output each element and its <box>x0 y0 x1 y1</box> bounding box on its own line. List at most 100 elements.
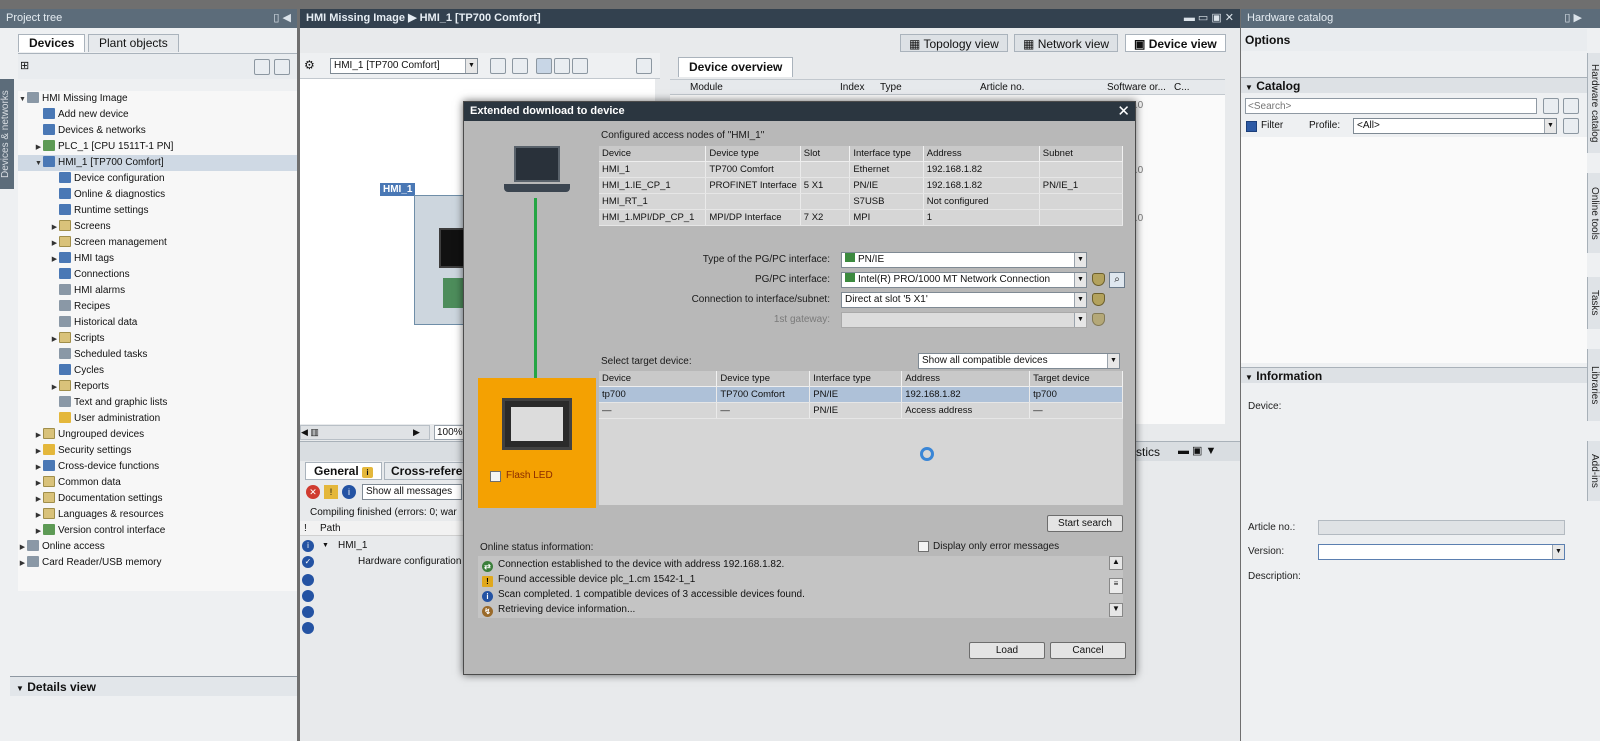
grid-column-header[interactable]: Device type <box>705 146 801 162</box>
tree-item[interactable]: ▶ Version control interface <box>18 523 297 539</box>
tree-item[interactable]: Connections <box>18 267 297 283</box>
access-node-row[interactable]: HMI_1 TP700 Comfort Ethernet 192.168.1.82 <box>599 161 1124 178</box>
scroll-right-icon[interactable]: ▶ <box>413 426 420 439</box>
toolbar-btn-1[interactable] <box>490 58 506 74</box>
tree-item[interactable]: ▶ PLC_1 [CPU 1511T-1 PN] <box>18 139 297 155</box>
tree-item[interactable]: Scheduled tasks <box>18 347 297 363</box>
filter-checkbox[interactable] <box>1246 121 1257 132</box>
tree-item[interactable]: ▶ Common data <box>18 475 297 491</box>
grid-column-header[interactable]: Address <box>901 371 1031 387</box>
pgpc-type-select[interactable]: PN/IE ▼ <box>841 252 1087 268</box>
access-node-row[interactable]: HMI_1.MPI/DP_CP_1 MPI/DP Interface 7 X2 MPI… <box>599 209 1124 226</box>
tree-item[interactable]: HMI alarms <box>18 283 297 299</box>
flash-led-checkbox[interactable] <box>490 471 501 482</box>
list-view-icon[interactable] <box>254 59 270 75</box>
messages-filter-select[interactable]: Show all messages <box>362 484 462 500</box>
side-label-devices-networks[interactable]: Devices & networks <box>0 79 14 189</box>
expand-icon[interactable]: ▶ <box>34 476 43 492</box>
tree-item[interactable]: Online & diagnostics <box>18 187 297 203</box>
tree-item[interactable]: ▶ Online access <box>18 539 297 555</box>
grid-column-header[interactable]: Slot <box>800 146 851 162</box>
tree-item[interactable]: Runtime settings <box>18 203 297 219</box>
toolbar-btn-6[interactable] <box>636 58 652 74</box>
target-device-row[interactable]: tp700 TP700 Comfort PN/IE 192.168.1.82 tp700 <box>599 386 1123 403</box>
error-filter-icon[interactable]: ✕ <box>306 485 320 499</box>
scroll-thumb[interactable]: ≡ <box>1109 578 1123 594</box>
properties-icon[interactable] <box>1092 273 1105 286</box>
device-select[interactable]: HMI_1 [TP700 Comfort] ▼ <box>330 58 478 74</box>
tree-item[interactable]: Text and graphic lists <box>18 395 297 411</box>
hmi-device-label[interactable]: HMI_1 <box>380 183 416 196</box>
start-search-button[interactable]: Start search <box>1047 515 1123 532</box>
connection-subnet-select[interactable]: Direct at slot '5 X1' ▼ <box>841 292 1087 308</box>
tree-item[interactable]: ▶ Reports <box>18 379 297 395</box>
target-filter-select[interactable]: Show all compatible devices ▼ <box>918 353 1120 369</box>
tree-item[interactable]: ▶ Languages & resources <box>18 507 297 523</box>
tree-item[interactable]: ▶ Security settings <box>18 443 297 459</box>
search-down-icon[interactable] <box>1543 98 1559 114</box>
tree-item[interactable]: ▶ HMI tags <box>18 251 297 267</box>
warning-filter-icon[interactable]: ! <box>324 485 338 499</box>
scroll-left-icon[interactable]: ◀ ▥ <box>301 427 319 437</box>
info-version-select[interactable]: ▼ <box>1318 544 1565 560</box>
toolbar-btn-2[interactable] <box>512 58 528 74</box>
expand-icon[interactable]: ▶ <box>50 220 59 236</box>
collapse-icon[interactable]: ▼ <box>18 92 27 108</box>
side-tab-hardware-catalog[interactable]: Hardware catalog <box>1587 53 1600 153</box>
profile-select[interactable]: <All> ▼ <box>1353 118 1557 134</box>
target-device-row[interactable]: — — PN/IE Access address — <box>599 402 1123 419</box>
expand-icon[interactable]: ▶ <box>50 236 59 252</box>
tab-diagnostics-partial[interactable]: stics <box>1136 445 1160 459</box>
msg-row-hmi[interactable]: i ▼ HMI_1 <box>300 538 463 554</box>
msg-expand-icon[interactable]: ▼ <box>322 538 329 554</box>
catalog-option-icon[interactable] <box>1563 118 1579 134</box>
pgpc-interface-select[interactable]: Intel(R) PRO/1000 MT Network Connection … <box>841 272 1087 288</box>
toolbar-btn-4[interactable] <box>554 58 570 74</box>
tab-general[interactable]: General i <box>305 462 383 480</box>
tab-topology-view[interactable]: ▦ Topology view <box>900 34 1008 52</box>
grid-column-header[interactable]: Device <box>599 371 718 387</box>
grid-icon[interactable]: ⊞ <box>20 59 29 72</box>
overview-col-module[interactable]: Module <box>690 80 723 95</box>
tree-item[interactable]: ▶ Scripts <box>18 331 297 347</box>
msg-row-hw[interactable]: ✓ Hardware configuration <box>300 554 463 570</box>
tree-item[interactable]: ▼ HMI_1 [TP700 Comfort] <box>18 155 297 171</box>
toolbar-btn-5[interactable] <box>572 58 588 74</box>
properties-icon[interactable] <box>1092 293 1105 306</box>
toolbar-btn-3[interactable] <box>536 58 552 74</box>
expand-icon[interactable]: ▶ <box>34 460 43 476</box>
side-tab-tasks[interactable]: Tasks <box>1587 277 1600 329</box>
tree-item[interactable]: Device configuration <box>18 171 297 187</box>
tree-item[interactable]: Historical data <box>18 315 297 331</box>
collapse-pane-icon[interactable]: ▯ ◀ <box>273 9 291 28</box>
options-header[interactable]: Options <box>1241 29 1587 51</box>
collapse-icon[interactable]: ▼ <box>34 156 43 172</box>
overview-col-c[interactable]: C... <box>1174 80 1190 95</box>
expand-icon[interactable]: ▶ <box>34 492 43 508</box>
grid-column-header[interactable]: Device <box>599 146 707 162</box>
overview-col-type[interactable]: Type <box>880 80 902 95</box>
grid-column-header[interactable]: Interface type <box>809 371 903 387</box>
expand-icon[interactable]: ▶ <box>34 428 43 444</box>
tab-network-view[interactable]: ▦ Network view <box>1014 34 1119 52</box>
expand-icon[interactable]: ▶ <box>34 140 43 156</box>
inspector-controls-icon[interactable]: ▬ ▣ ▼ <box>1178 444 1216 457</box>
tree-item[interactable]: ▶ Ungrouped devices <box>18 427 297 443</box>
load-button[interactable]: Load <box>969 642 1045 659</box>
expand-icon[interactable]: ▶ <box>34 524 43 540</box>
grid-column-header[interactable]: Device type <box>716 371 811 387</box>
device-overview-tab[interactable]: Device overview <box>678 57 794 77</box>
catalog-list[interactable] <box>1241 137 1587 363</box>
side-tab-libraries[interactable]: Libraries <box>1587 349 1600 421</box>
grid-column-header[interactable]: Target device <box>1029 371 1123 387</box>
expand-icon[interactable]: ▶ <box>50 332 59 348</box>
access-node-row[interactable]: HMI_RT_1 S7USB Not configured <box>599 193 1124 210</box>
side-tab-online-tools[interactable]: Online tools <box>1587 173 1600 253</box>
access-node-row[interactable]: HMI_1.IE_CP_1 PROFINET Interface 5 X1 PN/IE… <box>599 177 1124 194</box>
horizontal-scrollbar[interactable]: ◀ ▥ ▶ <box>300 425 430 440</box>
info-filter-icon[interactable]: i <box>342 485 356 499</box>
tree-item[interactable]: ▶ Screens <box>18 219 297 235</box>
expand-icon[interactable]: ▶ <box>34 508 43 524</box>
catalog-header[interactable]: ▼ Catalog <box>1241 77 1587 93</box>
tree-item[interactable]: ▶ Documentation settings <box>18 491 297 507</box>
